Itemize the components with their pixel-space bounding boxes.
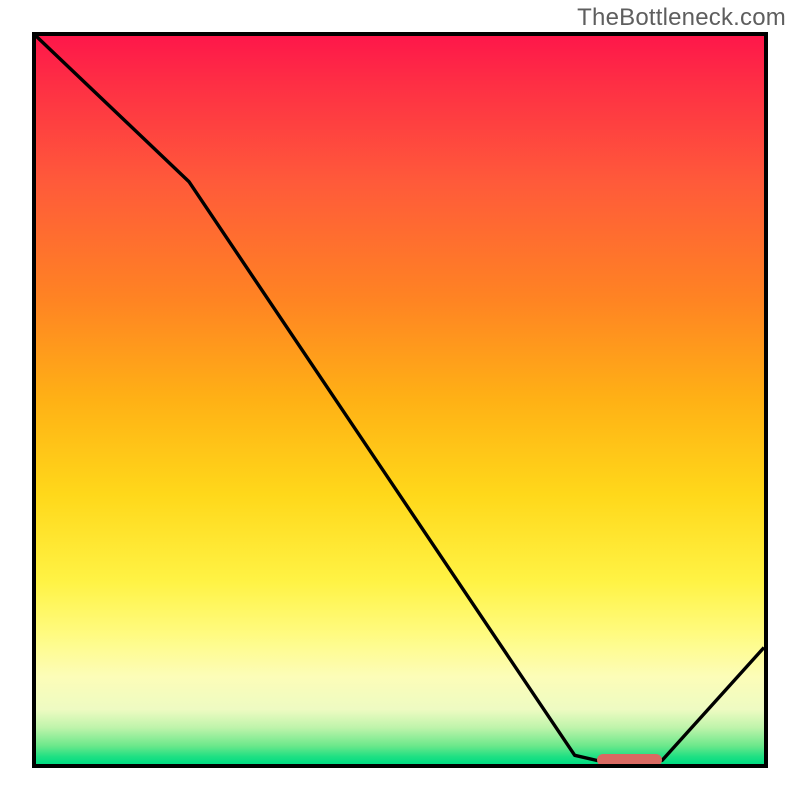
chart-frame: TheBottleneck.com	[0, 0, 800, 800]
watermark-text: TheBottleneck.com	[577, 4, 786, 32]
optimal-range-marker	[597, 754, 663, 766]
bottleneck-line	[36, 36, 764, 764]
plot-area	[32, 32, 768, 768]
